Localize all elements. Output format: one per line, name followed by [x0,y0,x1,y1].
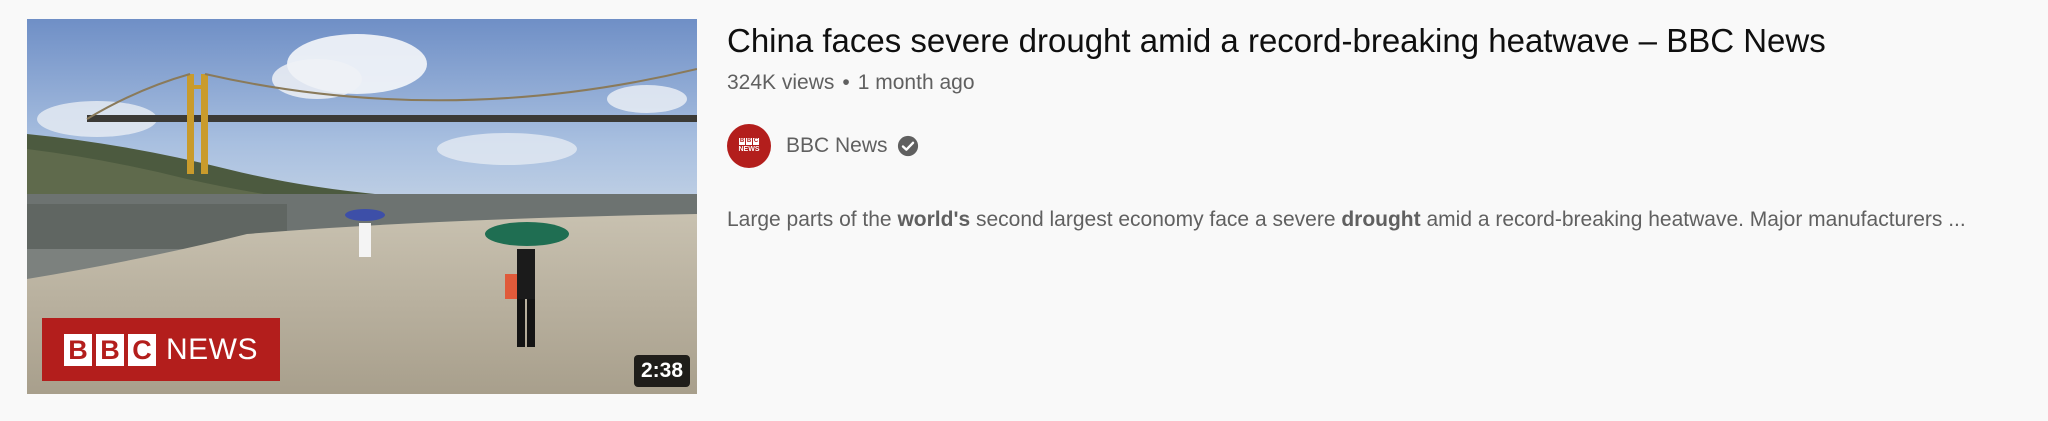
upload-date: 1 month ago [857,71,975,94]
avatar-news-word: NEWS [738,146,760,153]
avatar-block-c: C [753,138,759,145]
logo-block-c: C [128,333,156,366]
video-description-snippet: Large parts of the world's second larges… [727,205,2027,235]
logo-news-word: NEWS [166,332,258,366]
logo-block-b1: B [64,333,92,366]
channel-info[interactable]: B B C NEWS BBC News [727,124,2027,168]
view-count: 324K views [727,71,835,94]
video-duration-badge: 2:38 [633,355,690,387]
description-text: amid a record-breaking heatwave. Major m… [1420,208,1966,231]
video-thumbnail[interactable]: B B C NEWS 2:38 [27,19,697,394]
avatar-block-b1: B [739,138,745,145]
avatar-block-b2: B [746,138,752,145]
logo-block-b2: B [96,333,124,366]
description-highlight: world's [897,208,971,231]
description-text: Large parts of the [727,208,898,231]
bbc-news-logo: B B C NEWS [42,318,280,381]
description-highlight: drought [1341,208,1421,231]
video-result[interactable]: B B C NEWS 2:38 China faces severe droug… [0,0,2048,421]
verified-check-icon [897,135,918,157]
channel-avatar[interactable]: B B C NEWS [727,124,771,168]
channel-name[interactable]: BBC News [786,134,888,158]
description-text: second largest economy face a severe [970,208,1342,231]
video-title[interactable]: China faces severe drought amid a record… [727,18,2027,64]
video-details: China faces severe drought amid a record… [727,18,2027,235]
meta-separator: • [842,71,850,94]
video-metadata: 324K views • 1 month ago [727,68,2027,98]
